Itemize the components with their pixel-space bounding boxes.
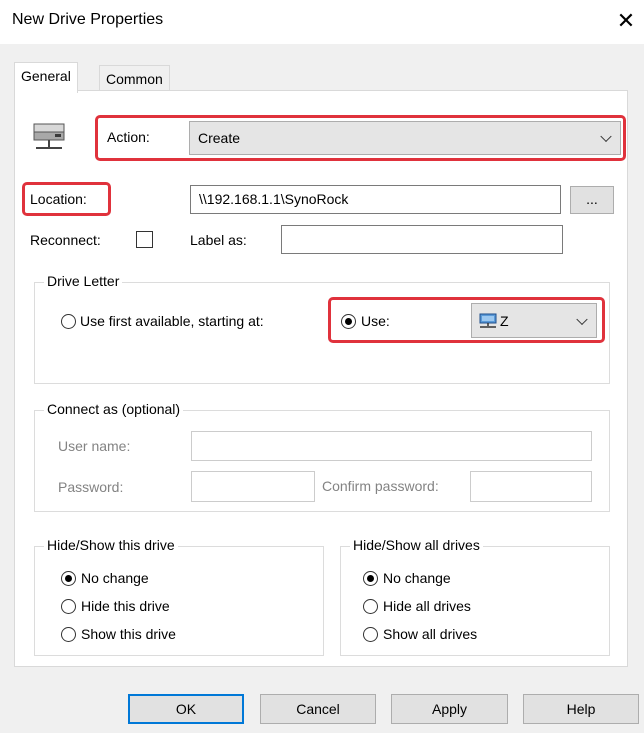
action-dropdown[interactable]: Create: [189, 121, 621, 155]
help-button[interactable]: Help: [523, 694, 639, 724]
network-drive-small-icon: [478, 312, 498, 330]
password-input[interactable]: [191, 471, 315, 502]
location-input[interactable]: \\192.168.1.1\SynoRock: [190, 185, 561, 214]
hide-all-drives-radio[interactable]: [363, 599, 378, 614]
connect-as-legend: Connect as (optional): [44, 401, 184, 417]
show-this-drive-label[interactable]: Show this drive: [81, 626, 176, 642]
tab-general[interactable]: General: [14, 62, 78, 93]
show-this-drive-radio[interactable]: [61, 627, 76, 642]
confirm-password-input[interactable]: [470, 471, 592, 502]
show-all-drives-radio[interactable]: [363, 627, 378, 642]
no-change-all-radio[interactable]: [363, 571, 378, 586]
password-label: Password:: [58, 479, 124, 495]
label-as-label: Label as:: [190, 232, 247, 248]
hide-show-all-legend: Hide/Show all drives: [350, 537, 483, 553]
reconnect-checkbox[interactable]: [136, 231, 153, 248]
network-drive-icon: [31, 118, 67, 156]
label-as-input[interactable]: [281, 225, 563, 254]
action-value: Create: [198, 130, 241, 146]
tab-common[interactable]: Common: [99, 65, 170, 93]
drive-letter-value: Z: [500, 313, 509, 329]
chevron-down-icon: [600, 130, 612, 143]
title-bar: New Drive Properties ✕: [0, 0, 644, 44]
cancel-button[interactable]: Cancel: [260, 694, 376, 724]
hide-show-drive-legend: Hide/Show this drive: [44, 537, 178, 553]
hide-show-drive-group: [34, 546, 324, 656]
username-label: User name:: [58, 438, 131, 454]
first-available-label[interactable]: Use first available, starting at:: [80, 313, 264, 329]
location-label: Location:: [30, 191, 87, 207]
action-label: Action:: [107, 129, 150, 145]
close-icon[interactable]: ✕: [612, 6, 640, 36]
hide-all-drives-label[interactable]: Hide all drives: [383, 598, 471, 614]
reconnect-label: Reconnect:: [30, 232, 101, 248]
no-change-all-label[interactable]: No change: [383, 570, 451, 586]
window-title: New Drive Properties: [12, 11, 164, 28]
no-change-drive-label[interactable]: No change: [81, 570, 149, 586]
chevron-down-icon: [576, 313, 588, 325]
apply-button[interactable]: Apply: [391, 694, 508, 724]
browse-button[interactable]: ...: [570, 186, 614, 214]
username-input[interactable]: [191, 431, 592, 461]
show-all-drives-label[interactable]: Show all drives: [383, 626, 477, 642]
hide-this-drive-label[interactable]: Hide this drive: [81, 598, 170, 614]
first-available-radio[interactable]: [61, 314, 76, 329]
hide-this-drive-radio[interactable]: [61, 599, 76, 614]
no-change-drive-radio[interactable]: [61, 571, 76, 586]
ok-button[interactable]: OK: [128, 694, 244, 724]
drive-letter-legend: Drive Letter: [44, 273, 123, 289]
use-label[interactable]: Use:: [361, 313, 390, 329]
drive-letter-dropdown[interactable]: Z: [471, 303, 597, 338]
confirm-password-label: Confirm password:: [322, 478, 439, 494]
use-radio[interactable]: [341, 314, 356, 329]
